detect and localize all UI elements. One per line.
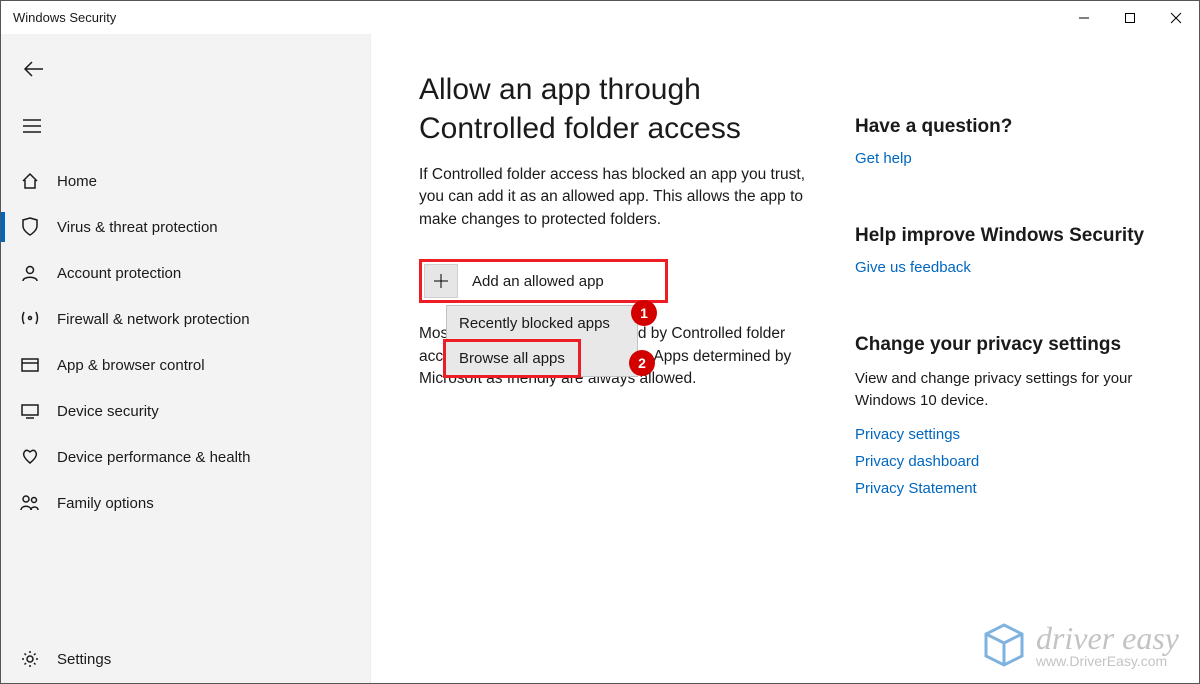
titlebar: Windows Security xyxy=(1,1,1199,34)
sidebar-item-family[interactable]: Family options xyxy=(1,480,370,526)
back-button[interactable] xyxy=(1,52,45,86)
help-heading: Have a question? xyxy=(855,116,1175,138)
back-arrow-icon xyxy=(23,61,45,77)
window-title: Windows Security xyxy=(13,10,1061,25)
watermark: driver easy www.DriverEasy.com xyxy=(980,620,1179,669)
sidebar-item-label: Device security xyxy=(57,403,159,420)
sidebar-item-label: App & browser control xyxy=(57,357,205,374)
improve-heading: Help improve Windows Security xyxy=(855,225,1175,247)
privacy-heading: Change your privacy settings xyxy=(855,334,1175,356)
maximize-button[interactable] xyxy=(1107,1,1153,34)
sidebar-item-firewall[interactable]: Firewall & network protection xyxy=(1,296,370,342)
add-allowed-app-label: Add an allowed app xyxy=(472,273,604,290)
sidebar-item-label: Virus & threat protection xyxy=(57,219,218,236)
annotation-badge-1: 1 xyxy=(631,300,657,326)
heart-icon xyxy=(19,449,41,465)
sidebar-item-virus-threat[interactable]: Virus & threat protection xyxy=(1,204,370,250)
sidebar-item-label: Device performance & health xyxy=(57,449,250,466)
dropdown-item-recent[interactable]: Recently blocked apps xyxy=(447,306,637,341)
person-icon xyxy=(19,264,41,282)
get-help-link[interactable]: Get help xyxy=(855,150,1175,167)
content-area: Allow an app through Controlled folder a… xyxy=(371,34,1199,683)
privacy-settings-link[interactable]: Privacy settings xyxy=(855,426,1175,443)
close-button[interactable] xyxy=(1153,1,1199,34)
dropdown-item-label: Recently blocked apps xyxy=(459,315,610,332)
dropdown-item-browse[interactable]: Browse all apps xyxy=(445,341,579,376)
hamburger-button[interactable] xyxy=(1,104,45,148)
add-allowed-app-button[interactable]: Add an allowed app xyxy=(422,262,665,300)
sidebar-item-label: Family options xyxy=(57,495,154,512)
watermark-url: www.DriverEasy.com xyxy=(1036,653,1179,669)
firewall-icon xyxy=(19,310,41,328)
watermark-brand: driver easy xyxy=(1036,620,1179,657)
page-title: Allow an app through Controlled folder a… xyxy=(419,70,839,148)
sidebar-item-home[interactable]: Home xyxy=(1,158,370,204)
sidebar-item-account[interactable]: Account protection xyxy=(1,250,370,296)
annotation-highlight-1: Add an allowed app xyxy=(419,259,668,303)
plus-icon xyxy=(424,264,458,298)
app-browser-icon xyxy=(19,357,41,373)
shield-icon xyxy=(19,217,41,237)
watermark-cube-icon xyxy=(980,621,1028,669)
privacy-statement-link[interactable]: Privacy Statement xyxy=(855,480,1175,497)
sidebar-item-performance[interactable]: Device performance & health xyxy=(1,434,370,480)
device-security-icon xyxy=(19,403,41,419)
sidebar-item-device-security[interactable]: Device security xyxy=(1,388,370,434)
sidebar: Home Virus & threat protection Account p… xyxy=(1,34,371,683)
right-rail: Have a question? Get help Help improve W… xyxy=(855,70,1175,683)
gear-icon xyxy=(19,650,41,668)
sidebar-item-app-browser[interactable]: App & browser control xyxy=(1,342,370,388)
add-allowed-app-dropdown: Recently blocked apps Browse all apps 2 xyxy=(446,305,638,377)
privacy-body: View and change privacy settings for you… xyxy=(855,368,1175,412)
privacy-dashboard-link[interactable]: Privacy dashboard xyxy=(855,453,1175,470)
minimize-button[interactable] xyxy=(1061,1,1107,34)
sidebar-item-label: Home xyxy=(57,173,97,190)
hamburger-icon xyxy=(23,119,41,133)
sidebar-item-label: Account protection xyxy=(57,265,181,282)
sidebar-item-label: Firewall & network protection xyxy=(57,311,250,328)
dropdown-item-label: Browse all apps xyxy=(459,350,565,367)
feedback-link[interactable]: Give us feedback xyxy=(855,259,1175,276)
family-icon xyxy=(19,494,41,512)
home-icon xyxy=(19,172,41,190)
sidebar-item-label: Settings xyxy=(57,651,111,668)
page-description: If Controlled folder access has blocked … xyxy=(419,164,819,231)
sidebar-item-settings[interactable]: Settings xyxy=(1,635,370,683)
